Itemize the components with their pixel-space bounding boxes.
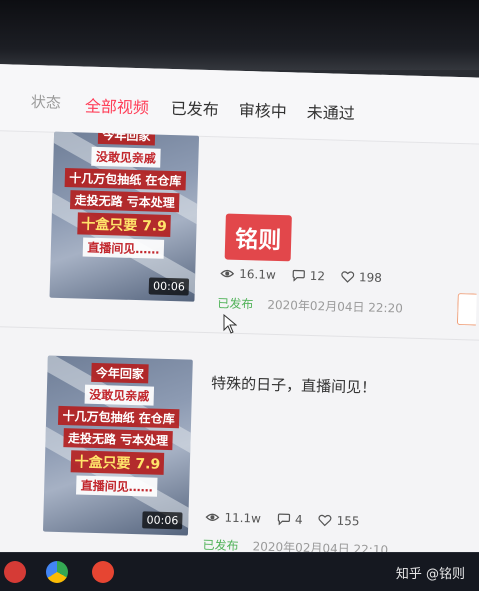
caption-line: 十几万包抽纸 在仓库 xyxy=(64,168,186,191)
comment-count-value: 4 xyxy=(294,512,303,527)
caption-line: 十盒只要 7.9 xyxy=(76,212,172,237)
comment-count[interactable]: 12 xyxy=(292,268,326,284)
monitor-bezel xyxy=(0,0,479,70)
caption-line: 走投无路 亏本处理 xyxy=(70,190,180,213)
comment-icon xyxy=(292,269,305,282)
video-title[interactable]: 特殊的日子，直播间见！ xyxy=(211,372,377,398)
video-meta: 已发布 2020年02月04日 22:20 xyxy=(217,294,403,316)
tab-under-review[interactable]: 审核中 xyxy=(239,97,288,122)
caption-line: 走投无路 亏本处理 xyxy=(63,428,173,451)
cursor-icon xyxy=(223,314,237,334)
video-duration: 00:06 xyxy=(148,277,190,296)
comment-icon xyxy=(277,513,290,526)
status-label: 状态 xyxy=(30,93,62,112)
eye-icon xyxy=(205,513,220,521)
status-badge: 已发布 xyxy=(217,296,254,312)
video-title[interactable]: 铭则 xyxy=(224,213,292,262)
taskbar: 知乎 @铭则 xyxy=(0,552,479,591)
app-icon[interactable] xyxy=(4,561,26,583)
video-card: 今年回家 没敢见亲戚 十几万包抽纸 在仓库 走投无路 亏本处理 十盒只要 7.9… xyxy=(0,129,479,341)
caption-line: 没敢见亲戚 xyxy=(85,384,154,406)
view-count: 11.1w xyxy=(205,510,261,526)
thumbnail-caption: 今年回家 没敢见亲戚 十几万包抽纸 在仓库 走投无路 亏本处理 十盒只要 7.9… xyxy=(51,131,199,260)
publish-date: 2020年02月04日 22:20 xyxy=(267,297,404,316)
view-count-value: 11.1w xyxy=(224,510,262,526)
video-duration: 00:06 xyxy=(142,511,183,530)
app-icon[interactable] xyxy=(92,561,114,583)
like-count-value: 155 xyxy=(336,513,360,529)
video-thumbnail[interactable]: 今年回家 没敢见亲戚 十几万包抽纸 在仓库 走投无路 亏本处理 十盒只要 7.9… xyxy=(49,131,200,302)
video-stats: 11.1w 4 155 xyxy=(205,510,375,529)
video-stats: 16.1w 12 198 xyxy=(220,266,398,285)
tab-all-videos[interactable]: 全部视频 xyxy=(85,93,150,119)
video-thumbnail[interactable]: 今年回家 没敢见亲戚 十几万包抽纸 在仓库 走投无路 亏本处理 十盒只要 7.9… xyxy=(42,355,193,536)
caption-line: 直播间见…… xyxy=(83,237,164,259)
watermark: 知乎 @铭则 xyxy=(395,567,465,582)
like-count[interactable]: 198 xyxy=(341,270,382,285)
caption-line: 直播间见…… xyxy=(76,475,158,497)
tab-rejected[interactable]: 未通过 xyxy=(306,99,356,124)
comment-count-value: 12 xyxy=(309,268,326,284)
action-button[interactable] xyxy=(456,293,477,326)
comment-count[interactable]: 4 xyxy=(277,512,303,527)
caption-line: 今年回家 xyxy=(91,362,149,384)
like-count[interactable]: 155 xyxy=(318,513,360,529)
caption-line: 没敢见亲戚 xyxy=(91,146,161,168)
tab-published[interactable]: 已发布 xyxy=(171,95,220,120)
like-count-value: 198 xyxy=(358,270,383,285)
play-store-icon[interactable] xyxy=(46,561,68,583)
caption-line: 今年回家 xyxy=(98,131,155,146)
caption-line: 十盒只要 7.9 xyxy=(70,450,165,475)
heart-icon xyxy=(341,271,355,283)
heart-icon xyxy=(318,514,332,527)
view-count: 16.1w xyxy=(220,266,276,282)
video-manager-screen: 状态 全部视频 已发布 审核中 未通过 今年回家 没敢见亲戚 十几万包抽纸 在仓… xyxy=(0,64,479,578)
video-card: 今年回家 没敢见亲戚 十几万包抽纸 在仓库 走投无路 亏本处理 十盒只要 7.9… xyxy=(0,354,479,578)
thumbnail-caption: 今年回家 没敢见亲戚 十几万包抽纸 在仓库 走投无路 亏本处理 十盒只要 7.9… xyxy=(44,362,193,498)
view-count-value: 16.1w xyxy=(239,266,276,282)
caption-line: 十几万包抽纸 在仓库 xyxy=(58,405,180,429)
eye-icon xyxy=(220,269,235,278)
